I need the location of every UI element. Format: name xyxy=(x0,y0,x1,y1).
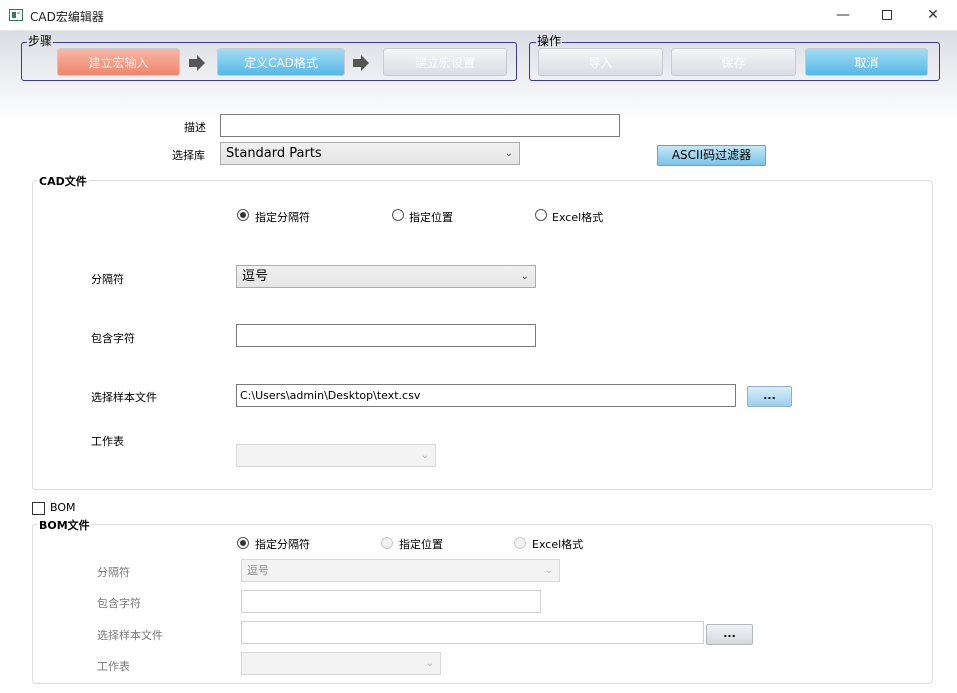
chevron-down-icon: ⌄ xyxy=(520,271,529,282)
library-select-value: Standard Parts xyxy=(226,146,322,161)
bom-worksheet-label: 工作表 xyxy=(97,660,130,673)
cad-delimiter-label: 分隔符 xyxy=(91,273,124,286)
cad-radio-excel[interactable] xyxy=(535,209,547,221)
bom-radio-position[interactable] xyxy=(381,537,393,549)
import-button[interactable]: 导入 xyxy=(538,48,663,76)
title-bar xyxy=(0,0,957,31)
cad-worksheet-select[interactable]: ⌄ xyxy=(236,444,436,467)
cad-worksheet-label: 工作表 xyxy=(91,435,124,448)
maximize-icon xyxy=(882,10,892,20)
bom-radio-excel-label: Excel格式 xyxy=(532,538,584,551)
step-create-macro-input[interactable]: 建立宏输入 xyxy=(57,48,180,76)
bom-delimiter-value: 逗号 xyxy=(247,564,269,577)
bom-checkbox-label: BOM xyxy=(50,501,76,514)
bom-radio-excel[interactable] xyxy=(514,537,526,549)
description-label: 描述 xyxy=(184,121,206,134)
cad-radio-delimiter[interactable] xyxy=(237,209,249,221)
cad-radio-position-label: 指定位置 xyxy=(409,211,453,224)
actions-group-label: 操作 xyxy=(536,34,563,48)
close-button[interactable]: ✕ xyxy=(910,0,956,31)
cad-file-title: CAD文件 xyxy=(37,173,89,189)
save-button[interactable]: 保存 xyxy=(671,48,796,76)
cad-radio-excel-label: Excel格式 xyxy=(552,211,604,224)
cad-delimiter-select[interactable]: 逗号 ⌄ xyxy=(236,265,536,288)
chevron-down-icon: ⌄ xyxy=(420,450,429,461)
library-label: 选择库 xyxy=(172,149,205,162)
library-select[interactable]: Standard Parts ⌄ xyxy=(220,142,520,165)
steps-group-label: 步骤 xyxy=(27,34,54,48)
step-arrow-icon xyxy=(353,55,369,71)
bom-delimiter-select[interactable]: 逗号 ⌄ xyxy=(241,559,560,582)
cad-include-chars-label: 包含字符 xyxy=(91,332,135,345)
bom-sample-file-label: 选择样本文件 xyxy=(97,629,163,642)
cad-sample-file-label: 选择样本文件 xyxy=(91,391,157,404)
step-create-macro-settings[interactable]: 建立宏设置 xyxy=(383,48,507,76)
cad-include-chars-input[interactable] xyxy=(236,324,536,347)
cad-browse-button[interactable]: ... xyxy=(747,386,792,407)
step-arrow-icon xyxy=(189,55,205,71)
cancel-button[interactable]: 取消 xyxy=(805,48,928,76)
chevron-down-icon: ⌄ xyxy=(504,148,513,159)
window-title: CAD宏编辑器 xyxy=(30,10,104,24)
bom-radio-delimiter-label: 指定分隔符 xyxy=(255,538,310,551)
description-input[interactable] xyxy=(220,114,620,137)
minimize-icon: — xyxy=(836,7,850,23)
ascii-filter-button[interactable]: ASCII码过滤器 xyxy=(657,145,766,166)
minimize-button[interactable]: — xyxy=(820,0,866,31)
bom-radio-delimiter[interactable] xyxy=(237,537,249,549)
maximize-button[interactable] xyxy=(864,0,910,31)
close-icon: ✕ xyxy=(927,7,939,23)
bom-include-chars-input[interactable] xyxy=(241,590,541,613)
bom-include-chars-label: 包含字符 xyxy=(97,597,141,610)
bom-checkbox[interactable] xyxy=(32,502,45,515)
bom-radio-position-label: 指定位置 xyxy=(399,538,443,551)
bom-worksheet-select[interactable]: ⌄ xyxy=(241,652,441,675)
bom-browse-button[interactable]: ... xyxy=(706,624,753,645)
chevron-down-icon: ⌄ xyxy=(425,658,434,669)
app-icon xyxy=(9,9,23,21)
bom-file-title: BOM文件 xyxy=(37,517,92,533)
step-define-cad-format[interactable]: 定义CAD格式 xyxy=(217,48,345,76)
cad-radio-delimiter-label: 指定分隔符 xyxy=(255,211,310,224)
bom-delimiter-label: 分隔符 xyxy=(97,566,130,579)
chevron-down-icon: ⌄ xyxy=(544,565,553,576)
bom-sample-file-input[interactable] xyxy=(241,621,704,644)
cad-sample-file-input[interactable]: C:\Users\admin\Desktop\text.csv xyxy=(236,384,736,407)
cad-delimiter-value: 逗号 xyxy=(242,269,269,284)
cad-radio-position[interactable] xyxy=(392,209,404,221)
